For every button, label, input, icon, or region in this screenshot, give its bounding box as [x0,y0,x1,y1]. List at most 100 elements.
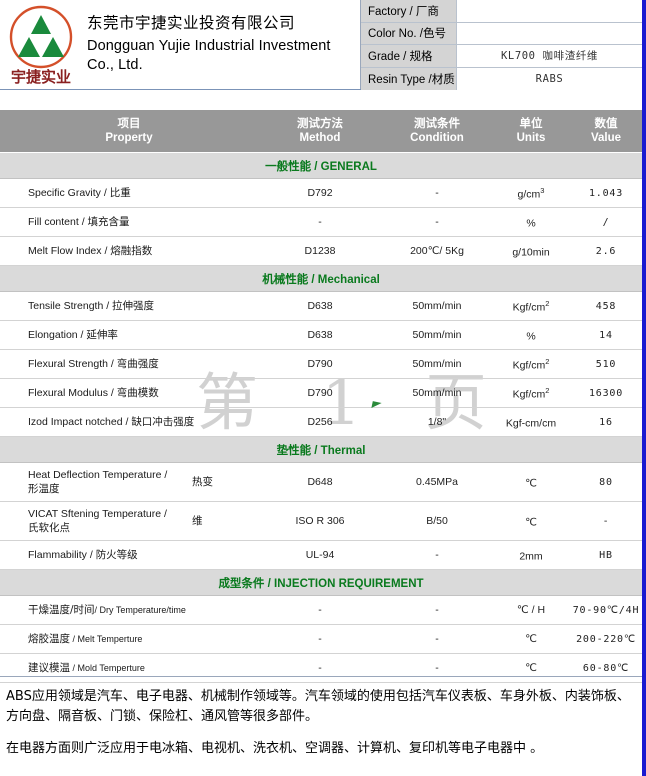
row-value: 70-90℃/4H [570,595,642,625]
product-info-table: Factory / 厂商 Color No. /色号 Grade / 规格 KL… [360,0,642,90]
table-row: Flexural Modulus / 弯曲模数 D790 50mm/min Kg… [0,378,642,408]
info-value-factory[interactable] [457,0,642,22]
column-header-units-cn: 单位 [519,116,543,131]
row-method: D790 [258,349,382,379]
property-cn: 干燥温度/时间 [28,603,95,616]
row-value: 2.6 [570,236,642,266]
info-value-grade[interactable]: KL700 咖啡渣纤维 [457,45,642,67]
property-en: Flammability / [28,548,96,561]
table-row: VICAT Sftening Temperature / 氏软化点 维 ISO … [0,501,642,541]
table-row: 熔胶温度 / Melt Temperture - - ℃ 200-220℃ [0,624,642,654]
section-header-general: 一般性能 / GENERAL [0,152,642,179]
row-units: ℃ [492,462,570,502]
row-method: - [258,595,382,625]
company-name-en: Dongguan Yujie Industrial Investment Co.… [87,37,331,74]
row-value: 200-220℃ [570,624,642,654]
table-row: Elongation / 延伸率 D638 50mm/min % 14 [0,320,642,350]
footer-description: ABS应用领域是汽车、电子电器、机械制作领域等。汽车领域的使用包括汽车仪表板、车… [0,676,642,760]
property-cn: 防火等级 [95,548,138,561]
section-header-mechanical-cell: 机械性能 / Mechanical [0,265,642,292]
row-method: D1238 [258,236,382,266]
header-spacer [0,90,642,110]
property-en: Elongation / [28,328,87,341]
row-units: Kgf/cm2 [492,291,570,321]
row-value: HB [570,540,642,570]
table-row: Tensile Strength / 拉伸强度 D638 50mm/min Kg… [0,291,642,321]
property-cn: 延伸率 [86,328,118,341]
specification-table: 项目 Property 测试方法 Method 测试条件 Condition 单… [0,110,642,683]
row-condition: - [382,595,492,625]
section-header-injection-cell: 成型条件 / INJECTION REQUIREMENT [0,569,642,596]
column-header-method-en: Method [299,131,341,144]
row-condition: 0.45MPa [382,462,492,502]
table-row: Flexural Strength / 弯曲强度 D790 50mm/min K… [0,349,642,379]
info-row-color-no: Color No. /色号 [361,22,642,45]
info-value-color-no[interactable] [457,22,642,44]
property-cn-side: 维 [192,514,203,527]
units-text: g/10min [512,246,550,259]
units-text: ℃ [525,477,537,490]
property-cn: 比重 [109,186,131,199]
row-value: / [570,207,642,237]
info-label-grade: Grade / 规格 [361,45,457,67]
datasheet-page: 宇捷实业 东莞市宇捷实业投资有限公司 Dongguan Yujie Indust… [0,0,646,776]
units-superscript: 2 [545,298,550,308]
row-property-flexural-modulus: Flexural Modulus / 弯曲模数 [0,378,258,408]
section-header-thermal: 垫性能 / Thermal [0,436,642,463]
section-title-en: Mechanical [317,273,380,286]
units-text: Kgf/cm [512,301,546,314]
row-value: 60-80℃ [570,653,642,683]
row-property-vicat-softening-temperature: VICAT Sftening Temperature / 氏软化点 维 [0,501,258,541]
column-header-condition-en: Condition [410,131,464,144]
row-value: - [570,501,642,541]
row-property-elongation: Elongation / 延伸率 [0,320,258,350]
property-cn: 熔融指数 [110,244,153,257]
row-value: 14 [570,320,642,350]
section-header-general-cell: 一般性能 / GENERAL [0,152,642,179]
units-text: Kgf/cm [512,359,546,372]
row-property-dry-temperature-time: 干燥温度/时间/ Dry Temperature/time [0,595,258,625]
section-header-thermal-cell: 垫性能 / Thermal [0,436,642,463]
units-text: ℃ [525,516,537,529]
units-superscript: 2 [545,385,550,395]
units-text: Kgf/cm [512,388,546,401]
row-value: 458 [570,291,642,321]
company-name-cn: 东莞市宇捷实业投资有限公司 [87,13,296,32]
info-row-grade: Grade / 规格 KL700 咖啡渣纤维 [361,45,642,68]
row-condition: 50mm/min [382,378,492,408]
property-en: VICAT Sftening Temperature / [28,507,167,520]
info-row-resin-type: Resin Type /材质 RABS [361,67,642,90]
table-row: Fill content / 填充含量 - - % / [0,207,642,237]
row-method: D792 [258,178,382,208]
property-cn: 氏软化点 [28,522,70,534]
column-header-condition: 测试条件 Condition [382,110,492,153]
footer-paragraph-2: 在电器方面则广泛应用于电冰箱、电视机、洗衣机、空调器、计算机、复印机等电子电器中… [6,741,544,757]
row-condition: 1/8" [382,407,492,437]
row-condition: 50mm/min [382,349,492,379]
row-units: ℃ [492,501,570,541]
info-label-factory: Factory / 厂商 [361,0,457,22]
section-title-cn: 机械性能 [262,271,309,286]
property-en: Tensile Strength / [28,299,113,312]
row-value: 80 [570,462,642,502]
row-method: D790 [258,378,382,408]
column-header-units: 单位 Units [492,110,570,153]
info-label-resin-type: Resin Type /材质 [361,67,457,90]
column-header-units-en: Units [516,131,546,144]
row-property-tensile-strength: Tensile Strength / 拉伸强度 [0,291,258,321]
row-property-heat-deflection-temperature: Heat Deflection Temperature / 形温度 热变 [0,462,258,502]
property-en: Fill content / [28,215,88,228]
property-cn-side: 热变 [192,475,213,488]
units-superscript: 3 [540,185,545,195]
column-header-value-cn: 数值 [594,116,618,131]
row-condition: - [382,624,492,654]
row-condition: - [382,178,492,208]
row-condition: - [382,653,492,683]
section-title-cn: 垫性能 [276,442,312,457]
info-value-resin-type[interactable]: RABS [457,67,642,90]
row-units: ℃ [492,624,570,654]
row-value: 510 [570,349,642,379]
row-condition: 200℃/ 5Kg [382,236,492,266]
column-header-value: 数值 Value [570,110,642,153]
row-property-mold-temperature: 建议模温 / Mold Temperture [0,653,258,683]
